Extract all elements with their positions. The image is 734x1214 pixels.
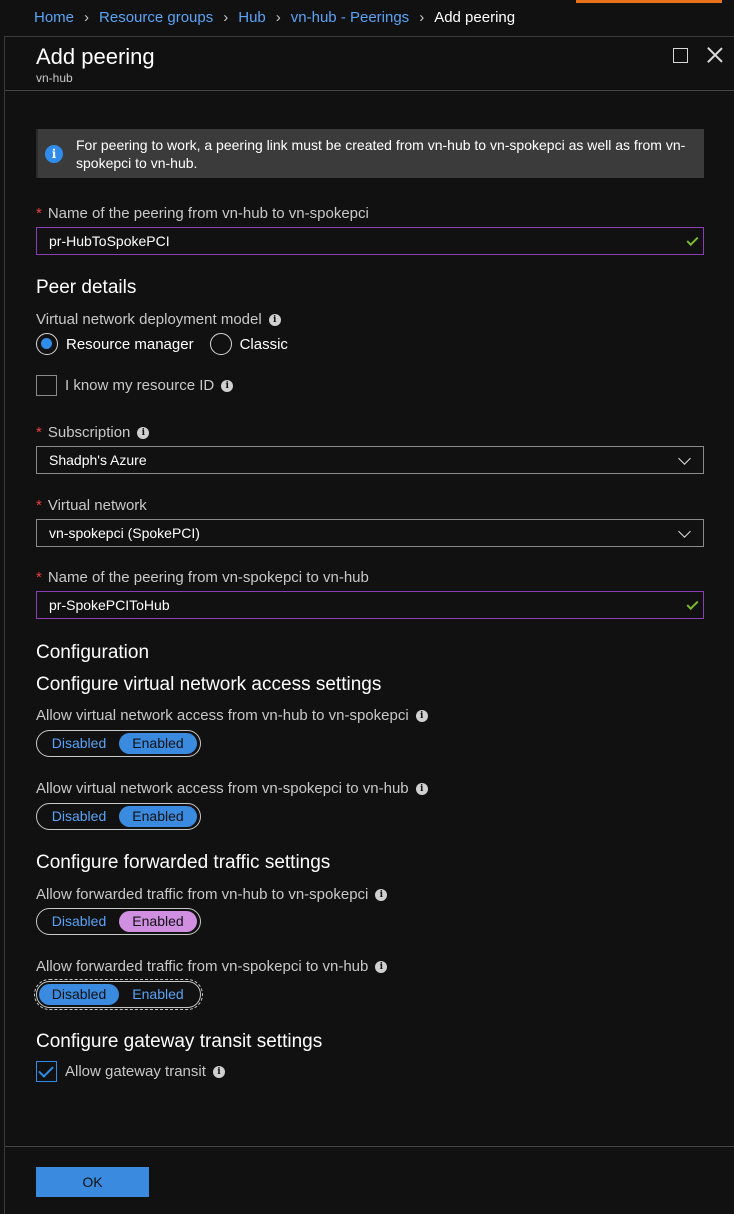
virtual-network-value: vn-spokepci (SpokePCI) <box>49 525 200 541</box>
chevron-right-icon: › <box>419 9 425 26</box>
checkmark-icon <box>686 233 699 247</box>
peering-name-label-text: Name of the peering from vn-hub to vn-sp… <box>47 205 369 222</box>
checkbox-checked-icon <box>36 1061 57 1082</box>
accent-strip <box>576 0 722 3</box>
toggle-option-enabled[interactable]: Enabled <box>119 806 197 827</box>
radio-unchecked-icon <box>209 333 232 355</box>
deployment-model-radio-group: Resource manager Classic <box>36 333 304 355</box>
radio-checked-icon <box>36 333 58 355</box>
checkmark-icon <box>686 597 699 611</box>
info-icon[interactable]: i <box>221 379 234 392</box>
radio-classic-label: Classic <box>239 335 288 353</box>
peer-details-heading: Peer details <box>36 277 137 298</box>
configuration-heading: Configuration <box>36 642 150 663</box>
chevron-down-icon <box>678 525 691 538</box>
add-peering-blade: Add peering vn-hub i For peering to work… <box>4 36 734 1214</box>
breadcrumb-current: Add peering <box>434 9 516 26</box>
info-icon[interactable]: i <box>212 1065 225 1078</box>
required-asterisk: * <box>36 424 42 441</box>
access-spoke-to-hub-label: Allow virtual network access from vn-spo… <box>36 780 428 797</box>
forwarded-traffic-heading: Configure forwarded traffic settings <box>36 852 331 873</box>
info-icon[interactable]: i <box>375 960 388 973</box>
access-spoke-to-hub-label-text: Allow virtual network access from vn-spo… <box>36 780 409 797</box>
required-asterisk: * <box>36 569 42 586</box>
vnet-access-heading: Configure virtual network access setting… <box>36 674 382 695</box>
maximize-icon[interactable] <box>670 45 690 65</box>
access-spoke-to-hub-toggle[interactable]: Disabled Enabled <box>36 803 201 830</box>
toggle-option-enabled[interactable]: Enabled <box>119 984 197 1005</box>
forward-hub-to-spoke-label: Allow forwarded traffic from vn-hub to v… <box>36 886 388 903</box>
required-asterisk: * <box>36 205 42 222</box>
subscription-label-text: Subscription <box>47 424 131 441</box>
gateway-transit-checkbox[interactable]: Allow gateway transit i <box>36 1061 225 1082</box>
forward-hub-to-spoke-toggle[interactable]: Disabled Enabled <box>36 908 201 935</box>
access-hub-to-spoke-label: Allow virtual network access from vn-hub… <box>36 707 428 724</box>
chevron-down-icon <box>678 452 691 465</box>
forward-spoke-to-hub-label: Allow forwarded traffic from vn-spokepci… <box>36 958 388 975</box>
subscription-select[interactable]: Shadph's Azure <box>36 446 704 474</box>
toggle-option-enabled[interactable]: Enabled <box>119 911 197 932</box>
resource-id-label: I know my resource ID <box>65 377 215 394</box>
forward-spoke-to-hub-toggle[interactable]: Disabled Enabled <box>34 979 203 1010</box>
info-icon[interactable]: i <box>268 313 281 326</box>
radio-resource-manager-label: Resource manager <box>66 335 194 353</box>
info-banner: i For peering to work, a peering link mu… <box>36 129 704 178</box>
info-icon[interactable]: i <box>375 888 388 901</box>
toggle-option-enabled[interactable]: Enabled <box>119 733 197 754</box>
access-hub-to-spoke-toggle[interactable]: Disabled Enabled <box>36 730 201 757</box>
peering-name-label: * Name of the peering from vn-hub to vn-… <box>36 205 369 222</box>
breadcrumb-home[interactable]: Home <box>34 9 74 26</box>
page-title: Add peering <box>36 44 155 69</box>
radio-classic[interactable]: Classic <box>209 333 288 355</box>
resource-id-checkbox[interactable]: I know my resource ID i <box>36 375 234 396</box>
info-icon[interactable]: i <box>137 426 150 439</box>
peering-name-value: pr-HubToSpokePCI <box>49 233 170 249</box>
required-asterisk: * <box>36 497 42 514</box>
toggle-option-disabled[interactable]: Disabled <box>39 911 119 932</box>
peering-name-input[interactable]: pr-HubToSpokePCI <box>36 227 704 255</box>
breadcrumb-peerings[interactable]: vn-hub - Peerings <box>291 9 409 26</box>
radio-resource-manager[interactable]: Resource manager <box>36 333 194 355</box>
virtual-network-label: * Virtual network <box>36 497 147 514</box>
reverse-peering-name-input[interactable]: pr-SpokePCIToHub <box>36 591 704 619</box>
subscription-value: Shadph's Azure <box>49 452 147 468</box>
chevron-right-icon: › <box>223 9 229 26</box>
forward-hub-to-spoke-label-text: Allow forwarded traffic from vn-hub to v… <box>36 886 369 903</box>
gateway-transit-heading: Configure gateway transit settings <box>36 1031 323 1052</box>
deployment-model-label-text: Virtual network deployment model <box>36 311 262 328</box>
reverse-peering-name-label: * Name of the peering from vn-spokepci t… <box>36 569 369 586</box>
blade-header: Add peering vn-hub <box>5 37 734 91</box>
gateway-transit-label: Allow gateway transit <box>65 1063 206 1080</box>
checkbox-unchecked-icon <box>36 375 57 396</box>
toggle-option-disabled[interactable]: Disabled <box>39 984 119 1005</box>
toggle-option-disabled[interactable]: Disabled <box>39 733 119 754</box>
breadcrumb-bar: Home › Resource groups › Hub › vn-hub - … <box>0 0 734 36</box>
breadcrumb-resource-groups[interactable]: Resource groups <box>99 9 213 26</box>
info-text: For peering to work, a peering link must… <box>76 137 686 171</box>
reverse-peering-name-label-text: Name of the peering from vn-spokepci to … <box>47 569 369 586</box>
breadcrumb: Home › Resource groups › Hub › vn-hub - … <box>34 9 515 26</box>
footer-divider <box>5 1146 734 1147</box>
chevron-right-icon: › <box>275 9 281 26</box>
info-icon: i <box>45 145 63 163</box>
page-subtitle: vn-hub <box>36 71 73 85</box>
info-icon[interactable]: i <box>415 709 428 722</box>
forward-spoke-to-hub-label-text: Allow forwarded traffic from vn-spokepci… <box>36 958 369 975</box>
access-hub-to-spoke-label-text: Allow virtual network access from vn-hub… <box>36 707 409 724</box>
chevron-right-icon: › <box>84 9 90 26</box>
reverse-peering-name-value: pr-SpokePCIToHub <box>49 597 170 613</box>
close-icon[interactable] <box>705 45 725 65</box>
breadcrumb-hub[interactable]: Hub <box>238 9 266 26</box>
virtual-network-select[interactable]: vn-spokepci (SpokePCI) <box>36 519 704 547</box>
subscription-label: * Subscription i <box>36 424 150 441</box>
ok-button[interactable]: OK <box>36 1167 149 1197</box>
deployment-model-label: Virtual network deployment model i <box>36 311 281 328</box>
toggle-option-disabled[interactable]: Disabled <box>39 806 119 827</box>
virtual-network-label-text: Virtual network <box>47 497 147 514</box>
info-icon[interactable]: i <box>415 782 428 795</box>
